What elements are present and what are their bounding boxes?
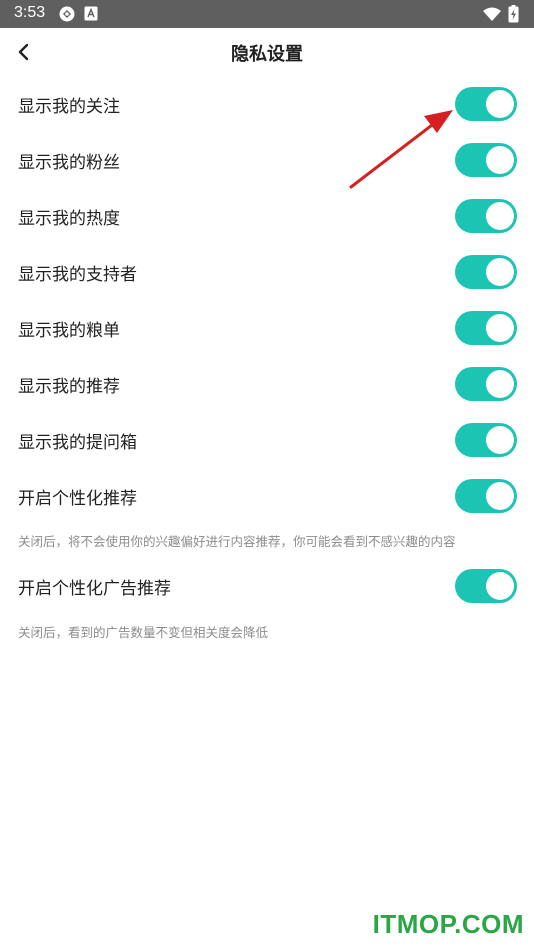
setting-label: 开启个性化推荐 xyxy=(18,489,137,509)
setting-description: 关闭后，将不会使用你的兴趣偏好进行内容推荐，你可能会看到不感兴趣的内容 xyxy=(18,534,456,549)
toggle-show-question-box[interactable] xyxy=(455,423,517,457)
toggle-personalized-ads[interactable] xyxy=(455,569,517,603)
text-notification-icon xyxy=(84,6,98,25)
setting-row-show-fans: 显示我的粉丝 xyxy=(0,132,534,188)
setting-label: 开启个性化广告推荐 xyxy=(18,579,171,599)
toggle-knob xyxy=(486,314,514,342)
setting-row-personalized-recommendation: 开启个性化推荐 关闭后，将不会使用你的兴趣偏好进行内容推荐，你可能会看到不感兴趣… xyxy=(0,468,534,554)
setting-label: 显示我的粉丝 xyxy=(18,153,120,173)
page-title: 隐私设置 xyxy=(231,44,303,65)
toggle-show-recommendations[interactable] xyxy=(455,367,517,401)
settings-list: 显示我的关注 显示我的粉丝 显示我的热度 显示我的支持者 显示我的粮单 显示我的… xyxy=(0,76,534,640)
status-time: 3:53 xyxy=(14,4,46,21)
toggle-knob xyxy=(486,146,514,174)
setting-label: 显示我的关注 xyxy=(18,97,120,117)
setting-row-personalized-ads: 开启个性化广告推荐 关闭后，看到的广告数量不变但相关度会降低 xyxy=(0,554,534,640)
setting-row-show-food-list: 显示我的粮单 xyxy=(0,300,534,356)
toggle-knob xyxy=(486,258,514,286)
battery-charging-icon xyxy=(508,5,519,27)
watermark: ITMOP.COM xyxy=(372,909,524,939)
setting-row-show-question-box: 显示我的提问箱 xyxy=(0,412,534,468)
setting-row-show-popularity: 显示我的热度 xyxy=(0,188,534,244)
setting-label: 显示我的推荐 xyxy=(18,377,120,397)
header: 隐私设置 xyxy=(0,28,534,76)
setting-description: 关闭后，看到的广告数量不变但相关度会降低 xyxy=(18,625,269,640)
setting-row-show-supporters: 显示我的支持者 xyxy=(0,244,534,300)
setting-row-show-recommendations: 显示我的推荐 xyxy=(0,356,534,412)
toggle-show-food-list[interactable] xyxy=(455,311,517,345)
toggle-knob xyxy=(486,370,514,398)
wifi-icon xyxy=(483,6,501,25)
status-bar: 3:53 xyxy=(0,0,534,28)
toggle-personalized-recommendation[interactable] xyxy=(455,479,517,513)
toggle-knob xyxy=(486,202,514,230)
toggle-knob xyxy=(486,426,514,454)
setting-label: 显示我的支持者 xyxy=(18,265,137,285)
setting-label: 显示我的提问箱 xyxy=(18,433,137,453)
toggle-show-supporters[interactable] xyxy=(455,255,517,289)
toggle-show-following[interactable] xyxy=(455,87,517,121)
toggle-show-popularity[interactable] xyxy=(455,199,517,233)
toggle-knob xyxy=(486,482,514,510)
setting-row-show-following: 显示我的关注 xyxy=(0,76,534,132)
setting-label: 显示我的热度 xyxy=(18,209,120,229)
toggle-knob xyxy=(486,90,514,118)
setting-label: 显示我的粮单 xyxy=(18,321,120,341)
toggle-show-fans[interactable] xyxy=(455,143,517,177)
app-notification-icon xyxy=(58,5,76,27)
toggle-knob xyxy=(486,572,514,600)
